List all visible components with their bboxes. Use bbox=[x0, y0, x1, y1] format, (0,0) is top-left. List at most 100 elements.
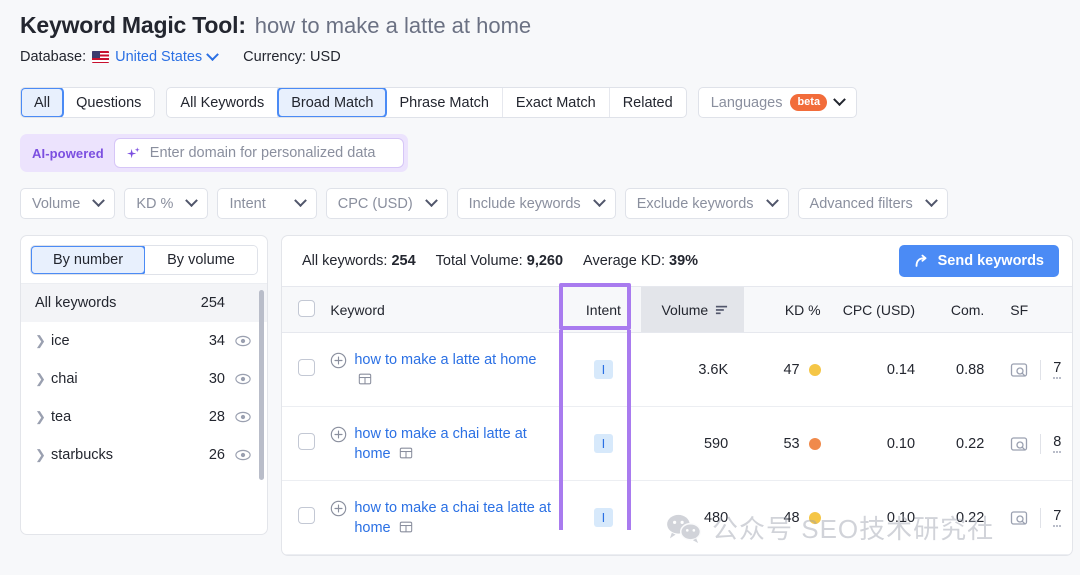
kd-value: 47 bbox=[783, 361, 800, 378]
row-select-cell[interactable] bbox=[282, 406, 331, 481]
scrollbar-thumb[interactable] bbox=[259, 290, 264, 480]
sparkle-icon bbox=[126, 146, 140, 158]
intent-cell[interactable]: I bbox=[565, 480, 642, 555]
currency-label: Currency: USD bbox=[243, 49, 341, 65]
row-checkbox[interactable] bbox=[297, 507, 315, 524]
table-toolbar: All keywords: 254 Total Volume: 9,260 Av… bbox=[282, 236, 1072, 286]
languages-dropdown[interactable]: Languages beta bbox=[697, 87, 858, 118]
eye-icon[interactable] bbox=[235, 333, 251, 349]
tab-all-keywords[interactable]: All Keywords bbox=[167, 88, 279, 117]
kd-difficulty-dot bbox=[808, 511, 821, 524]
serp-features-icon[interactable] bbox=[1010, 509, 1028, 527]
database-selector[interactable]: Database: United States bbox=[20, 47, 220, 65]
group-row-tea[interactable]: ❯ tea 28 bbox=[21, 398, 267, 436]
chevron-right-icon[interactable]: ❯ bbox=[35, 371, 51, 387]
select-all-checkbox[interactable] bbox=[297, 299, 315, 317]
header-volume[interactable]: Volume bbox=[641, 286, 745, 333]
tab-broad-match[interactable]: Broad Match bbox=[277, 88, 388, 117]
keyword-link[interactable]: how to make a chai tea latte at home bbox=[354, 498, 551, 538]
keyword-text: how to make a chai tea latte at home bbox=[354, 499, 551, 536]
filter-exclude-keywords[interactable]: Exclude keywords bbox=[624, 188, 789, 219]
keyword-cell[interactable]: how to make a chai latte at home bbox=[330, 406, 566, 481]
group-count: 28 bbox=[208, 409, 225, 425]
sidebar-scrollbar[interactable] bbox=[259, 290, 264, 534]
row-checkbox[interactable] bbox=[297, 433, 315, 450]
add-keyword-icon[interactable] bbox=[330, 352, 347, 369]
keyword-link[interactable]: how to make a latte at home bbox=[354, 350, 551, 390]
filter-volume[interactable]: Volume bbox=[20, 188, 116, 219]
filter-intent[interactable]: Intent bbox=[217, 188, 317, 219]
send-keywords-label: Send keywords bbox=[937, 253, 1044, 269]
filter-advanced-label: Advanced filters bbox=[809, 195, 913, 212]
add-keyword-icon[interactable] bbox=[330, 426, 347, 443]
tabs-row: All Questions All Keywords Broad Match P… bbox=[0, 65, 1080, 118]
header-com[interactable]: Com. bbox=[929, 286, 997, 333]
header-cpc[interactable]: CPC (USD) bbox=[836, 286, 930, 333]
serp-preview-icon[interactable] bbox=[358, 372, 372, 386]
group-row-chai[interactable]: ❯ chai 30 bbox=[21, 360, 267, 398]
chevron-right-icon[interactable]: ❯ bbox=[35, 333, 51, 349]
send-keywords-button[interactable]: Send keywords bbox=[898, 245, 1059, 277]
table-row[interactable]: how to make a chai latte at home I 590 5… bbox=[282, 406, 1072, 481]
row-select-cell[interactable] bbox=[282, 332, 331, 407]
filter-include-keywords[interactable]: Include keywords bbox=[456, 188, 616, 219]
keyword-cell[interactable]: how to make a chai tea latte at home bbox=[330, 480, 566, 555]
keyword-link[interactable]: how to make a chai latte at home bbox=[354, 424, 551, 464]
cpc-cell: 0.14 bbox=[836, 332, 930, 407]
filter-kd[interactable]: KD % bbox=[124, 188, 209, 219]
volume-cell: 3.6K bbox=[641, 332, 745, 407]
tab-questions[interactable]: Questions bbox=[63, 88, 154, 117]
ai-domain-wrapper: AI-powered Enter domain for personalized… bbox=[20, 134, 408, 172]
header-keyword[interactable]: Keyword bbox=[330, 286, 566, 333]
add-keyword-icon[interactable] bbox=[330, 500, 347, 517]
chevron-right-icon[interactable]: ❯ bbox=[35, 447, 51, 463]
sort-by-number-button[interactable]: By number bbox=[31, 246, 146, 274]
serp-features-icon[interactable] bbox=[1010, 361, 1028, 379]
us-flag-icon bbox=[92, 51, 110, 63]
group-row-ice[interactable]: ❯ ice 34 bbox=[21, 322, 267, 360]
header-select-all[interactable] bbox=[282, 286, 331, 333]
table-row[interactable]: how to make a chai tea latte at home I 4… bbox=[282, 480, 1072, 555]
chevron-down-icon[interactable] bbox=[833, 93, 846, 107]
row-select-cell[interactable] bbox=[282, 480, 331, 555]
intent-badge[interactable]: I bbox=[593, 508, 613, 527]
keyword-cell[interactable]: how to make a latte at home bbox=[330, 332, 566, 407]
tab-related[interactable]: Related bbox=[610, 88, 686, 117]
domain-input-box[interactable]: Enter domain for personalized data bbox=[113, 138, 404, 168]
chevron-down-icon[interactable] bbox=[206, 47, 220, 61]
eye-icon[interactable] bbox=[235, 447, 251, 463]
intent-cell[interactable]: I bbox=[565, 332, 642, 407]
header-sf[interactable]: SF bbox=[996, 286, 1072, 333]
eye-icon[interactable] bbox=[235, 371, 251, 387]
sf-count[interactable]: 8 bbox=[1053, 434, 1062, 453]
tab-all[interactable]: All bbox=[21, 88, 65, 117]
sort-descending-icon bbox=[716, 305, 728, 315]
tab-exact-match[interactable]: Exact Match bbox=[503, 88, 610, 117]
intent-cell[interactable]: I bbox=[565, 406, 642, 481]
filter-cpc[interactable]: CPC (USD) bbox=[325, 188, 448, 219]
filter-advanced[interactable]: Advanced filters bbox=[797, 188, 948, 219]
kd-cell: 48 bbox=[744, 480, 837, 555]
sort-by-volume-button[interactable]: By volume bbox=[145, 246, 257, 274]
page-title-query: how to make a latte at home bbox=[254, 13, 532, 38]
serp-features-icon[interactable] bbox=[1010, 435, 1028, 453]
eye-icon[interactable] bbox=[235, 409, 251, 425]
sf-count[interactable]: 7 bbox=[1053, 360, 1062, 379]
intent-badge[interactable]: I bbox=[593, 360, 613, 379]
header-intent[interactable]: Intent bbox=[565, 286, 642, 333]
volume-cell: 480 bbox=[641, 480, 745, 555]
group-row-all-keywords[interactable]: All keywords 254 bbox=[21, 284, 267, 322]
keywords-table-panel: All keywords: 254 Total Volume: 9,260 Av… bbox=[281, 235, 1073, 556]
row-checkbox[interactable] bbox=[297, 359, 315, 376]
table-row[interactable]: how to make a latte at home I 3.6K 47 0.… bbox=[282, 332, 1072, 407]
database-value[interactable]: United States bbox=[115, 49, 202, 65]
serp-preview-icon[interactable] bbox=[399, 446, 413, 460]
serp-preview-icon[interactable] bbox=[399, 520, 413, 534]
summary-stats: All keywords: 254 Total Volume: 9,260 Av… bbox=[302, 253, 698, 269]
sf-count[interactable]: 7 bbox=[1053, 508, 1062, 527]
header-kd[interactable]: KD % bbox=[744, 286, 837, 333]
chevron-right-icon[interactable]: ❯ bbox=[35, 409, 51, 425]
tab-phrase-match[interactable]: Phrase Match bbox=[386, 88, 503, 117]
intent-badge[interactable]: I bbox=[593, 434, 613, 453]
group-row-starbucks[interactable]: ❯ starbucks 26 bbox=[21, 436, 267, 474]
